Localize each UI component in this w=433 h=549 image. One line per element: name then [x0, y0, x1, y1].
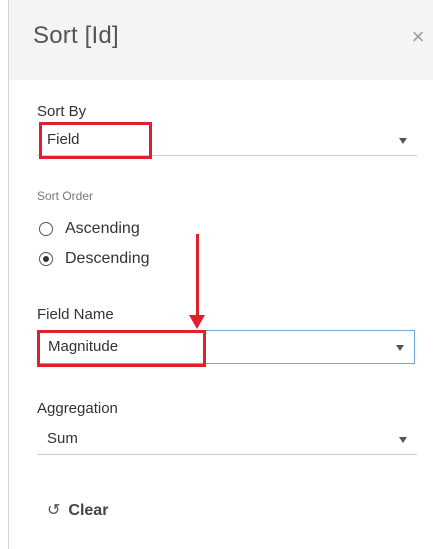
radio-label-ascending: Ascending	[65, 220, 140, 237]
chevron-down-icon	[399, 138, 407, 144]
radio-circle-descending	[39, 252, 53, 266]
sort-by-select[interactable]: Field	[37, 124, 417, 156]
sort-dialog: Sort [Id] × Sort By Field Sort Order Asc…	[8, 0, 433, 549]
dialog-title: Sort [Id]	[33, 22, 119, 49]
radio-label-descending: Descending	[65, 250, 150, 267]
chevron-down-icon	[399, 437, 407, 443]
annotation-arrow-line	[196, 234, 199, 318]
undo-icon: ↺	[47, 502, 61, 519]
clear-label: Clear	[68, 502, 109, 519]
aggregation-value: Sum	[47, 430, 78, 447]
sort-order-label: Sort Order	[37, 189, 94, 203]
radio-selected-dot	[43, 256, 49, 262]
aggregation-select[interactable]: Sum	[37, 423, 417, 455]
annotation-arrow-head	[189, 315, 205, 329]
close-icon[interactable]: ×	[407, 25, 429, 49]
field-name-label: Field Name	[37, 306, 114, 323]
clear-button[interactable]: ↺ Clear	[47, 499, 108, 523]
chevron-down-icon	[396, 345, 404, 351]
field-name-value: Magnitude	[48, 338, 119, 355]
sort-by-value: Field	[47, 131, 80, 148]
dialog-header: Sort [Id] ×	[9, 0, 433, 80]
sort-by-label: Sort By	[37, 103, 87, 120]
radio-circle-ascending	[39, 222, 53, 236]
field-name-select[interactable]: Magnitude	[37, 330, 415, 364]
aggregation-label: Aggregation	[37, 400, 118, 417]
